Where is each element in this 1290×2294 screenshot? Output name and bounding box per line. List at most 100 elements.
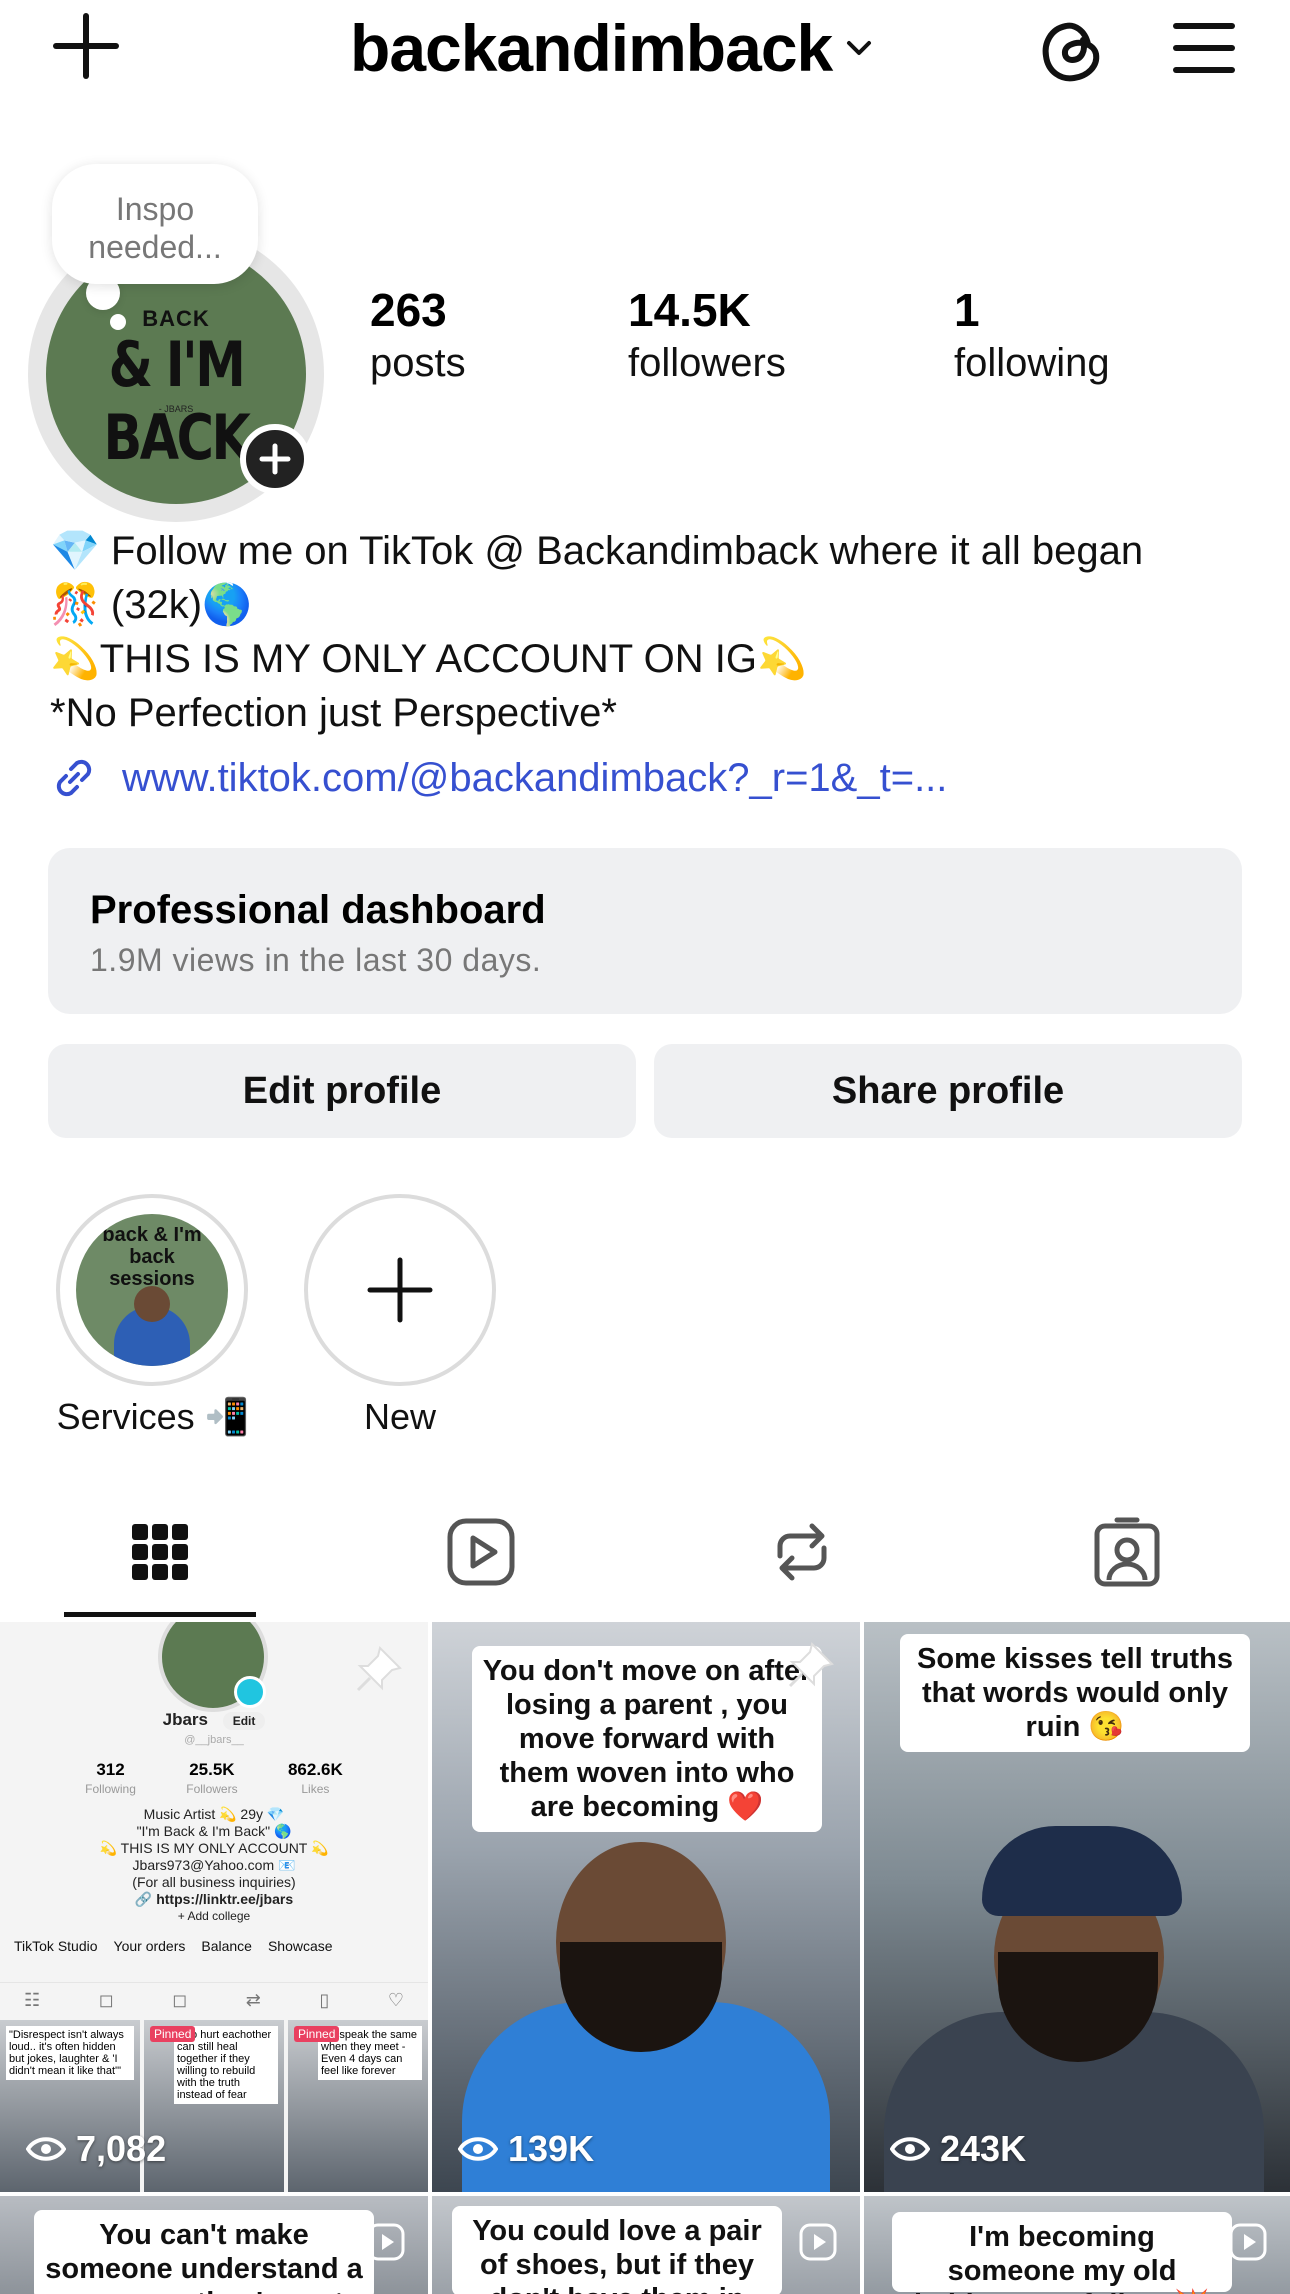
grid-icon[interactable] xyxy=(120,1512,200,1592)
edit-profile-button[interactable]: Edit profile xyxy=(48,1044,636,1138)
post-caption: You don't move on after losing a parent … xyxy=(472,1646,822,1832)
stat-value: 14.5K xyxy=(628,284,751,336)
mini-name-text: Jbars xyxy=(162,1710,208,1729)
bio-link[interactable]: www.tiktok.com/@backandimback?_r=1&_t=..… xyxy=(48,752,947,804)
account-switcher[interactable]: backandimback xyxy=(350,11,876,85)
followers-count[interactable]: 14.5K followers xyxy=(628,282,786,388)
note-text: Inspo needed... xyxy=(88,191,222,265)
highlight-photo xyxy=(134,1286,170,1322)
dashboard-subtitle: 1.9M views in the last 30 days. xyxy=(90,942,542,978)
mini-repost-icon: ⇄ xyxy=(245,1990,261,2010)
mini-link: Your orders xyxy=(113,1938,186,1954)
mini-bio: Music Artist 💫 29y 💎 "I'm Back & I'm Bac… xyxy=(0,1806,428,1925)
mini-bio-line: + Add college xyxy=(177,1909,251,1923)
mini-stat: 25.5K Followers xyxy=(186,1760,237,1798)
pin-icon xyxy=(788,1642,834,1688)
stat-value: 1 xyxy=(954,284,980,336)
highlight-label: Services 📲 xyxy=(56,1396,250,1437)
mini-bag-icon: ◻ xyxy=(98,1990,114,2010)
play-views-icon xyxy=(890,2137,930,2161)
add-story-button[interactable] xyxy=(240,424,310,494)
stat-label: following xyxy=(954,341,1110,385)
username-title: backandimback xyxy=(350,11,833,85)
mini-stat: 862.6K Likes xyxy=(288,1760,343,1798)
mini-stat: 312 Following xyxy=(85,1760,136,1798)
posts-count[interactable]: 263 posts xyxy=(370,282,466,388)
mini-thumb-caption: "Disrespect isn't always loud.. it's oft… xyxy=(6,2026,134,2080)
highlight-cover: back & I'm back sessions xyxy=(76,1214,228,1366)
following-count[interactable]: 1 following xyxy=(954,282,1110,388)
chevron-down-icon xyxy=(847,41,872,55)
mini-tabs: ☷ ◻ ◻ ⇄ ▯ ♡ xyxy=(24,1990,404,2011)
mini-stat-label: Following xyxy=(85,1782,136,1796)
note-bubble-tail-dot xyxy=(110,314,126,330)
play-views-icon xyxy=(26,2137,66,2161)
professional-dashboard[interactable]: Professional dashboard 1.9M views in the… xyxy=(48,848,1242,1014)
bio-line: 💫THIS IS MY ONLY ACCOUNT ON IG💫 xyxy=(50,637,807,681)
bio-line: 🎊 (32k)🌎 xyxy=(50,583,252,627)
post-caption: I'm becoming someone my old habits can't… xyxy=(892,2212,1232,2294)
view-count-text: 243K xyxy=(940,2128,1027,2169)
mini-bookmark-icon: ▯ xyxy=(319,1990,330,2010)
mini-avatar-add xyxy=(234,1676,266,1708)
post-image xyxy=(982,1826,1182,1916)
bio-link-text: www.tiktok.com/@backandimback?_r=1&_t=..… xyxy=(122,755,948,800)
menu-icon[interactable] xyxy=(1172,18,1236,78)
mini-stat-label: Followers xyxy=(186,1782,238,1796)
highlight-services[interactable]: back & I'm back sessions xyxy=(56,1194,248,1386)
mini-edit: Edit xyxy=(222,1712,266,1730)
repost-icon[interactable] xyxy=(762,1512,842,1592)
post-tile[interactable]: Some kisses tell truths that words would… xyxy=(864,1622,1290,2192)
mini-lock-icon: ◻ xyxy=(172,1990,188,2010)
mini-bio-line: 🔗 https://linktr.ee/jbars xyxy=(134,1891,294,1907)
mini-link: Balance xyxy=(201,1938,252,1954)
active-tab-indicator xyxy=(64,1612,256,1617)
mini-bio-line: (For all business inquiries) xyxy=(132,1874,296,1890)
mini-handle: @__jbars__ xyxy=(184,1734,244,1746)
mini-stat-value: 25.5K xyxy=(189,1760,235,1779)
highlight-cover-text: back & I'm back sessions xyxy=(102,1224,202,1290)
dashboard-title: Professional dashboard xyxy=(90,888,546,932)
mini-stat-value: 862.6K xyxy=(287,1760,343,1779)
stat-label: followers xyxy=(628,341,786,385)
reels-icon[interactable] xyxy=(441,1512,521,1592)
reel-icon xyxy=(1229,2223,1267,2261)
mini-link: TikTok Studio xyxy=(14,1938,98,1954)
bio-line: 💎 Follow me on TikTok @ Backandimback wh… xyxy=(50,529,1144,573)
pinned-tag: Pinned xyxy=(150,2026,196,2042)
post-tile[interactable]: Jbars Edit @__jbars__ 312 Following 25.5K… xyxy=(0,1622,428,2192)
mini-bio-line: Jbars973@Yahoo.com 📧 xyxy=(132,1857,296,1873)
tagged-icon[interactable] xyxy=(1087,1512,1167,1592)
view-count: 7,082 xyxy=(26,2128,166,2170)
post-tile[interactable]: I'm becoming someone my old habits can't… xyxy=(864,2196,1290,2294)
share-profile-button[interactable]: Share profile xyxy=(654,1044,1242,1138)
divider xyxy=(0,1982,428,1983)
new-highlight-button[interactable] xyxy=(304,1194,496,1386)
highlight-label: New xyxy=(363,1396,437,1437)
link-icon xyxy=(56,759,92,797)
view-count: 243K xyxy=(890,2128,1026,2170)
post-caption: Some kisses tell truths that words would… xyxy=(900,1634,1250,1752)
post-tile[interactable]: You don't move on after losing a parent … xyxy=(432,1622,860,2192)
view-count-text: 7,082 xyxy=(76,2128,167,2169)
mini-stats: 312 Following 25.5K Followers 862.6K Likes xyxy=(0,1760,428,1798)
view-count-text: 139K xyxy=(508,2128,595,2169)
post-tile[interactable]: You can't make someone understand a mess… xyxy=(0,2196,428,2294)
mini-links: TikTok Studio Your orders Balance Showca… xyxy=(14,1938,428,1954)
mini-grid-icon: ☷ xyxy=(24,1990,41,2010)
note-bubble[interactable]: Inspo needed... xyxy=(52,164,258,284)
threads-icon[interactable] xyxy=(1036,14,1110,88)
mini-bio-line: Music Artist 💫 29y 💎 xyxy=(143,1806,285,1822)
mini-link: Showcase xyxy=(267,1938,333,1954)
post-tile[interactable]: You could love a pair of shoes, but if t… xyxy=(432,2196,860,2294)
bio-line: *No Perfection just Perspective* xyxy=(50,691,617,735)
mini-thumb: ..to speak the same when they meet - Eve… xyxy=(288,2020,428,2192)
play-views-icon xyxy=(458,2137,498,2161)
mini-name: Jbars Edit xyxy=(0,1710,428,1730)
mini-stat-label: Likes xyxy=(301,1782,330,1796)
pin-icon xyxy=(356,1646,402,1692)
plus-icon xyxy=(367,1257,433,1323)
create-plus-icon[interactable] xyxy=(48,8,124,84)
mini-bio-line: 💫 THIS IS MY ONLY ACCOUNT 💫 xyxy=(99,1840,329,1856)
post-caption: You could love a pair of shoes, but if t… xyxy=(452,2206,782,2294)
